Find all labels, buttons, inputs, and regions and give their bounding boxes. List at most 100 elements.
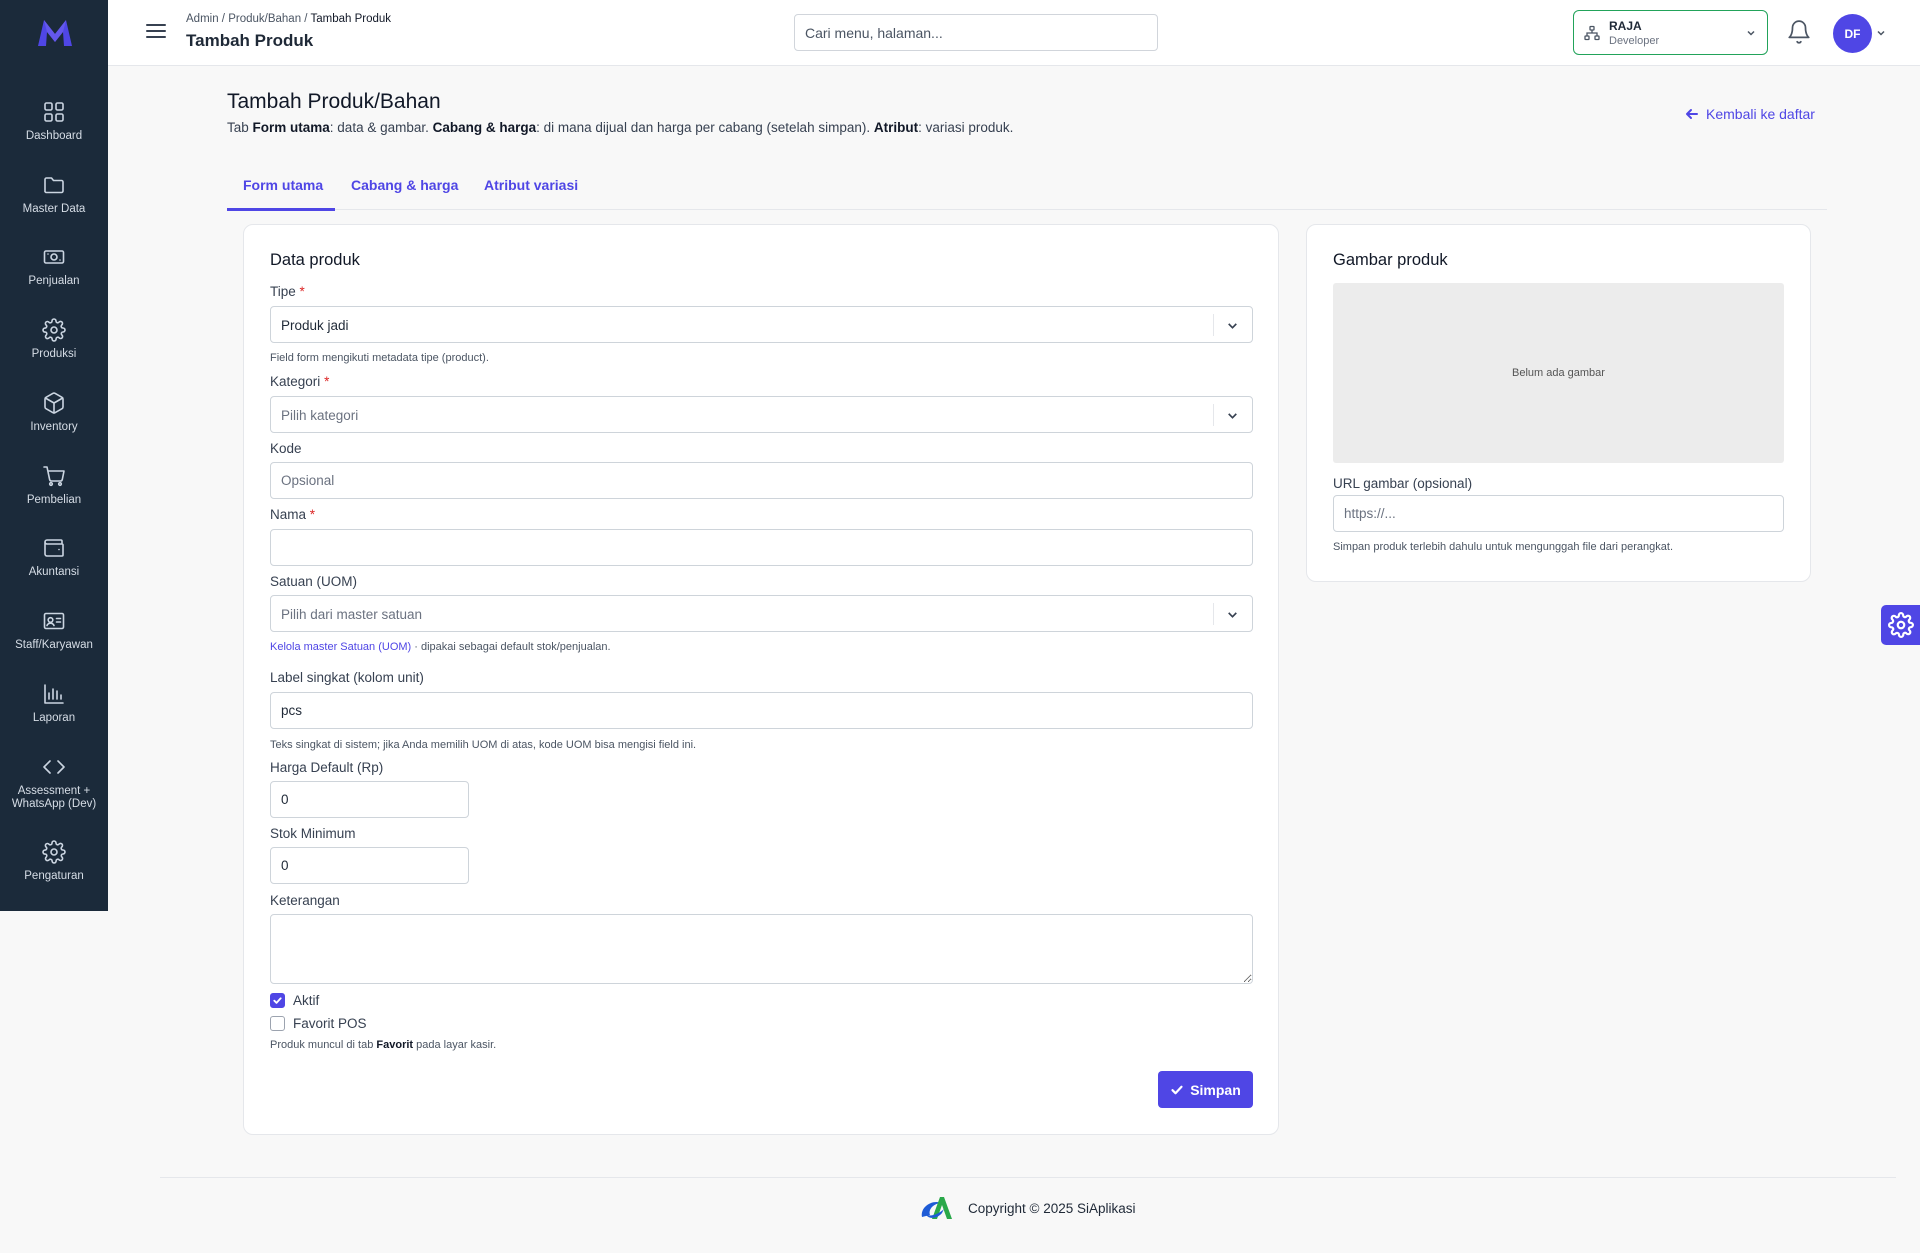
satuan-hint-text: · dipakai sebagai default stok/penjualan… xyxy=(411,641,611,653)
image-url-input[interactable] xyxy=(1333,495,1784,532)
satuan-hint: Kelola master Satuan (UOM) · dipakai seb… xyxy=(270,641,611,653)
label-singkat-input[interactable] xyxy=(270,692,1253,729)
topbar: Admin / Produk/Bahan / Tambah Produk Tam… xyxy=(108,0,1920,66)
desc-text: : di mana dijual dan harga per cabang (s… xyxy=(536,120,874,135)
sidebar-item-master-data[interactable]: Master Data xyxy=(0,173,108,237)
save-button[interactable]: Simpan xyxy=(1158,1071,1253,1108)
floating-settings-button[interactable] xyxy=(1881,605,1920,645)
footer-divider xyxy=(160,1177,1896,1178)
favorit-hint: Produk muncul di tab Favorit pada layar … xyxy=(270,1039,496,1051)
sidebar-item-label: Laporan xyxy=(32,712,76,724)
image-upload-hint: Simpan produk terlebih dahulu untuk meng… xyxy=(1333,541,1674,553)
satuan-label: Satuan (UOM) xyxy=(270,574,358,589)
back-link-label: Kembali ke daftar xyxy=(1706,106,1815,122)
harga-default-label: Harga Default (Rp) xyxy=(270,760,384,775)
save-button-label: Simpan xyxy=(1190,1081,1241,1098)
kode-input[interactable] xyxy=(270,462,1253,499)
tab-atribut-variasi[interactable]: Atribut variasi xyxy=(484,177,578,193)
sidebar-item-produksi[interactable]: Produksi xyxy=(0,318,108,382)
image-empty-text: Belum ada gambar xyxy=(1512,367,1605,379)
sidebar: Dashboard Master Data Penjualan Produksi… xyxy=(0,0,108,911)
breadcrumb-separator: / xyxy=(218,13,229,25)
tipe-label: Tipe * xyxy=(270,284,305,299)
favorit-pos-label[interactable]: Favorit POS xyxy=(293,1016,367,1031)
sidebar-item-pembelian[interactable]: Pembelian xyxy=(0,464,108,528)
chevron-down-icon xyxy=(1747,30,1755,36)
search-input[interactable] xyxy=(794,14,1158,51)
bell-icon[interactable] xyxy=(1786,19,1812,45)
aktif-label[interactable]: Aktif xyxy=(293,993,319,1008)
sidebar-item-laporan[interactable]: Laporan xyxy=(0,682,108,746)
check-icon xyxy=(273,997,282,1004)
avatar[interactable]: DF xyxy=(1833,14,1872,53)
folder-icon xyxy=(44,177,64,194)
keterangan-textarea[interactable] xyxy=(270,914,1253,984)
select-divider xyxy=(1213,314,1214,336)
desc-bold: Atribut xyxy=(873,120,919,135)
sidebar-item-akuntansi[interactable]: Akuntansi xyxy=(0,536,108,600)
sidebar-item-staff-karyawan[interactable]: Staff/Karyawan xyxy=(0,609,108,673)
grid-icon xyxy=(44,102,64,122)
branch-role: Developer xyxy=(1609,35,1660,47)
tab-cabang-harga[interactable]: Cabang & harga xyxy=(351,177,458,193)
desc-bold: Form utama xyxy=(252,120,330,135)
stok-minimum-label: Stok Minimum xyxy=(270,826,356,841)
bar-chart-icon xyxy=(44,684,64,704)
tipe-selected-value: Produk jadi xyxy=(281,318,349,333)
select-divider xyxy=(1213,404,1214,426)
kategori-placeholder: Pilih kategori xyxy=(281,408,359,423)
label-text: Nama xyxy=(270,507,307,522)
aktif-checkbox[interactable] xyxy=(270,993,285,1008)
sidebar-item-label: Dashboard xyxy=(25,130,83,142)
chevron-down-icon xyxy=(1228,323,1237,329)
hint-bold: Favorit xyxy=(376,1039,414,1051)
branch-name: RAJA xyxy=(1609,19,1642,33)
tipe-hint: Field form mengikuti metadata tipe (prod… xyxy=(270,352,489,364)
select-divider xyxy=(1213,603,1214,625)
hint-text: Produk muncul di tab xyxy=(270,1039,377,1051)
cart-icon xyxy=(43,466,65,487)
sidebar-item-inventory[interactable]: Inventory xyxy=(0,391,108,455)
arrow-left-icon xyxy=(1686,109,1698,119)
sidebar-item-label: Penjualan xyxy=(28,275,80,287)
satuan-select[interactable]: Pilih dari master satuan xyxy=(270,595,1253,632)
app-logo[interactable] xyxy=(36,16,74,50)
sidebar-item-label: Akuntansi xyxy=(28,566,80,578)
sidebar-item-penjualan[interactable]: Penjualan xyxy=(0,245,108,309)
keterangan-label: Keterangan xyxy=(270,893,340,908)
back-to-list-link[interactable]: Kembali ke daftar xyxy=(1684,106,1815,122)
sidebar-item-pengaturan[interactable]: Pengaturan xyxy=(0,840,108,904)
branch-selector[interactable]: RAJA Developer xyxy=(1573,10,1768,55)
code-icon xyxy=(43,760,65,774)
page-description: Tab Form utama: data & gambar. Cabang & … xyxy=(227,120,1013,135)
kategori-select[interactable]: Pilih kategori xyxy=(270,396,1253,433)
cash-icon xyxy=(43,250,65,264)
stok-minimum-input[interactable] xyxy=(270,847,469,884)
sidebar-item-label: Assessment + WhatsApp (Dev) xyxy=(11,785,97,810)
nama-input[interactable] xyxy=(270,529,1253,566)
wallet-icon xyxy=(44,539,64,557)
tipe-select[interactable]: Produk jadi xyxy=(270,306,1253,343)
breadcrumb-produk-bahan[interactable]: Produk/Bahan xyxy=(228,13,301,25)
harga-default-input[interactable] xyxy=(270,781,469,818)
manage-uom-link[interactable]: Kelola master Satuan (UOM) xyxy=(270,641,411,653)
check-icon xyxy=(1171,1085,1183,1094)
sidebar-item-assessment-whatsapp[interactable]: Assessment + WhatsApp (Dev) xyxy=(0,755,108,819)
desc-text: : data & gambar. xyxy=(329,120,433,135)
tab-form-utama[interactable]: Form utama xyxy=(243,177,323,193)
chevron-down-icon[interactable] xyxy=(1876,28,1886,38)
box-icon xyxy=(44,392,64,414)
label-text: Tipe xyxy=(270,284,296,299)
required-marker: * xyxy=(299,284,305,299)
breadcrumb-admin[interactable]: Admin xyxy=(186,13,219,25)
kategori-label: Kategori * xyxy=(270,374,329,389)
image-preview-placeholder: Belum ada gambar xyxy=(1333,283,1784,463)
label-singkat-hint: Teks singkat di sistem; jika Anda memili… xyxy=(270,739,697,751)
menu-toggle-icon[interactable] xyxy=(144,20,168,44)
gear-icon xyxy=(1887,612,1914,638)
footer-copyright: Copyright © 2025 SiAplikasi xyxy=(968,1201,1136,1216)
label-singkat-label: Label singkat (kolom unit) xyxy=(270,670,424,685)
favorit-pos-checkbox[interactable] xyxy=(270,1016,285,1031)
chevron-down-icon xyxy=(1228,413,1237,419)
sidebar-item-dashboard[interactable]: Dashboard xyxy=(0,100,108,164)
